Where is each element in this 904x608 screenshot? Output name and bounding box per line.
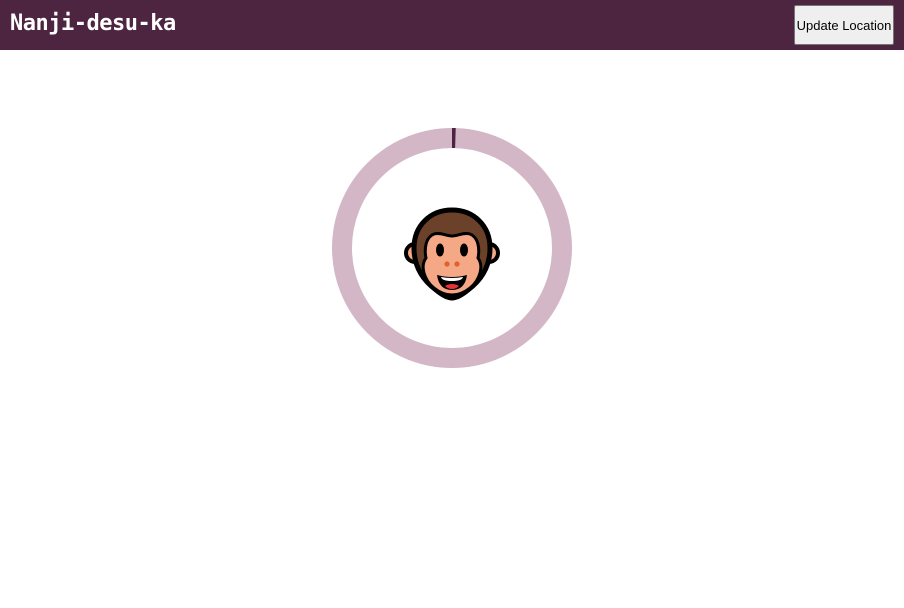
app-header: Nanji-desu-ka Update Location <box>0 0 904 50</box>
app-title: Nanji-desu-ka <box>10 11 176 36</box>
monkey-face-icon <box>404 206 500 302</box>
update-location-button[interactable]: Update Location <box>794 5 894 45</box>
